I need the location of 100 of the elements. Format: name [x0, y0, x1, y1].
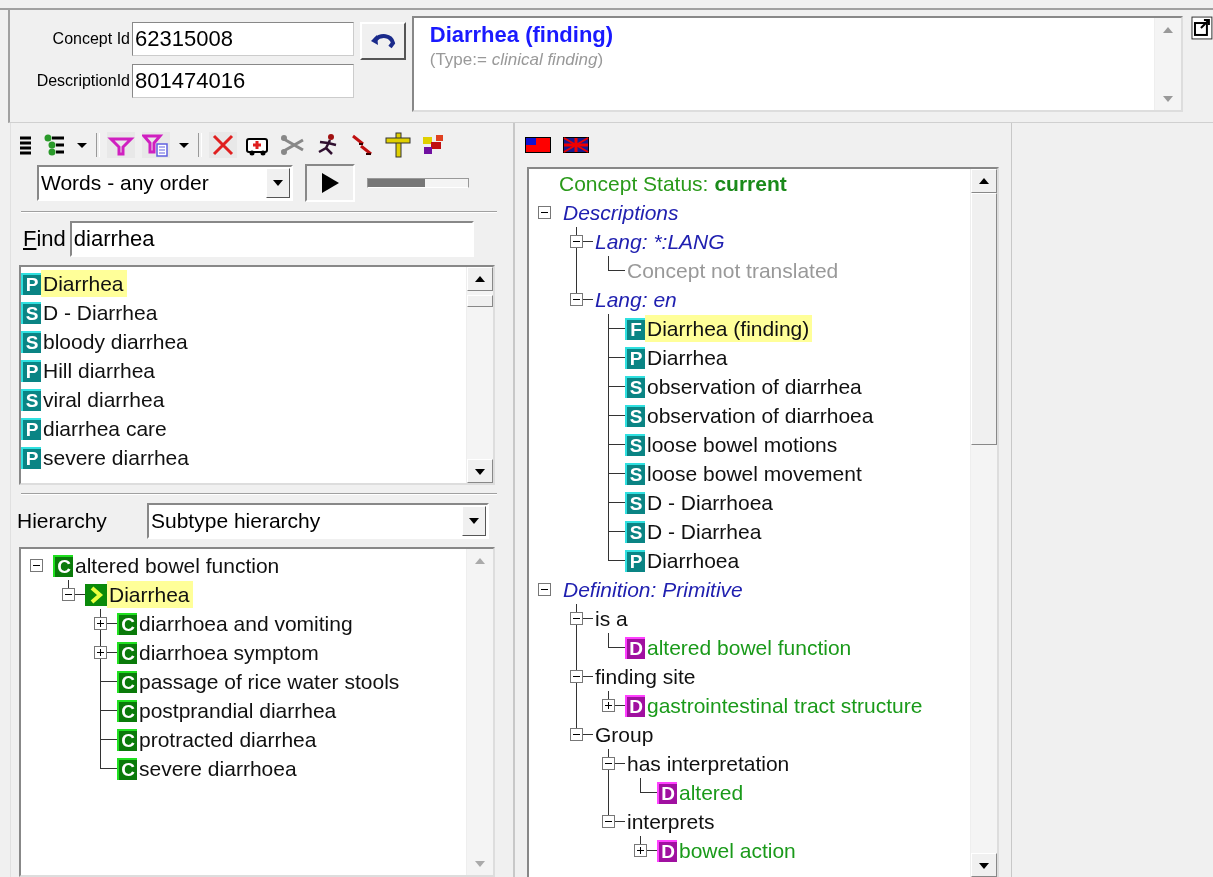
details-item[interactable]: Descriptions — [529, 198, 970, 227]
details-item[interactable]: has interpretation — [529, 749, 970, 778]
scrollbar[interactable] — [466, 267, 493, 483]
expand-icon[interactable] — [602, 699, 615, 712]
details-item[interactable]: S D - Diarrhea — [529, 517, 970, 546]
type-badge: S — [625, 433, 645, 456]
expand-icon[interactable] — [94, 617, 107, 630]
search-result-item[interactable]: P Hill diarrhea — [21, 356, 466, 385]
undo-button[interactable] — [360, 22, 406, 60]
description-type-badge: P — [21, 272, 41, 295]
search-result-item[interactable]: S viral diarrhea — [21, 385, 466, 414]
collapse-icon[interactable] — [570, 293, 583, 306]
details-item[interactable]: Lang: *:LANG — [529, 227, 970, 256]
search-result-text: D - Diarrhea — [42, 300, 159, 326]
play-icon — [320, 172, 340, 194]
find-label: Find — [23, 226, 66, 252]
scrollbar[interactable] — [1154, 18, 1182, 110]
expand-icon[interactable] — [94, 646, 107, 659]
details-item[interactable]: F Diarrhea (finding) — [529, 314, 970, 343]
hierarchy-item[interactable]: C passage of rice water stools — [21, 667, 466, 696]
scrollbar[interactable] — [466, 549, 493, 875]
details-item[interactable]: S loose bowel movement — [529, 459, 970, 488]
details-item[interactable]: Lang: en — [529, 285, 970, 314]
search-result-item[interactable]: P severe diarrhea — [21, 443, 466, 472]
hierarchy-text: protracted diarrhea — [138, 727, 318, 753]
flag-icon[interactable] — [525, 137, 551, 153]
details-item[interactable]: S loose bowel motions — [529, 430, 970, 459]
details-item[interactable]: P Diarrhoea — [529, 546, 970, 575]
hierarchy-text: diarrhoea symptom — [138, 640, 320, 666]
search-result-item[interactable]: P diarrhea care — [21, 414, 466, 443]
description-id-field[interactable]: 801474016 — [132, 64, 354, 98]
hierarchy-item[interactable]: C postprandial diarrhea — [21, 696, 466, 725]
search-slider[interactable] — [367, 178, 469, 188]
description-type-badge: S — [21, 388, 41, 411]
concept-badge: C — [117, 757, 137, 780]
scrollbar[interactable] — [970, 169, 997, 877]
details-text: Descriptions — [562, 200, 680, 226]
details-text: is a — [594, 606, 629, 632]
type-badge: D — [625, 694, 645, 717]
collapse-icon[interactable] — [538, 583, 551, 596]
hierarchy-item[interactable]: C diarrhoea symptom — [21, 638, 466, 667]
details-text: observation of diarrhoea — [646, 403, 875, 429]
type-badge: D — [625, 636, 645, 659]
details-item[interactable]: is a — [529, 604, 970, 633]
details-item[interactable]: interprets — [529, 807, 970, 836]
collapse-icon[interactable] — [30, 559, 43, 572]
search-result-text: Hill diarrhea — [42, 358, 157, 384]
collapse-icon[interactable] — [570, 670, 583, 683]
details-text: loose bowel movement — [646, 461, 863, 487]
play-button[interactable] — [305, 164, 355, 202]
popout-icon[interactable] — [1191, 16, 1213, 40]
concept-id-field[interactable]: 62315008 — [132, 22, 354, 56]
collapse-icon[interactable] — [570, 235, 583, 248]
details-item[interactable]: D altered — [529, 778, 970, 807]
details-item[interactable]: Group — [529, 720, 970, 749]
details-item[interactable]: P Diarrhea — [529, 343, 970, 372]
expand-icon[interactable] — [634, 844, 647, 857]
collapse-icon[interactable] — [538, 206, 551, 219]
hierarchy-item[interactable]: C severe diarrhoea — [21, 754, 466, 783]
collapse-icon[interactable] — [602, 815, 615, 828]
details-item[interactable]: D altered bowel function — [529, 633, 970, 662]
collapse-icon[interactable] — [602, 757, 615, 770]
details-item[interactable]: Definition: Primitive — [529, 575, 970, 604]
hierarchy-item[interactable]: C protracted diarrhea — [21, 725, 466, 754]
find-field[interactable]: diarrhea — [69, 221, 474, 257]
hierarchy-dropdown[interactable]: Subtype hierarchy — [147, 503, 489, 539]
search-result-text: Diarrhea — [41, 270, 127, 297]
filter-icon[interactable] — [107, 132, 135, 158]
type-badge: D — [657, 781, 677, 804]
hierarchy-item[interactable]: C altered bowel function — [21, 551, 466, 580]
search-result-item[interactable]: P Diarrhea — [21, 269, 466, 298]
description-id-label: DescriptionId — [35, 72, 131, 90]
details-item[interactable]: S observation of diarrhea — [529, 372, 970, 401]
details-item[interactable]: finding site — [529, 662, 970, 691]
details-text: Definition: Primitive — [562, 577, 744, 603]
concept-title: Diarrhea (finding) — [429, 22, 615, 48]
collapse-icon[interactable] — [570, 612, 583, 625]
arrow-right-icon — [85, 583, 107, 606]
ruler-cross-icon[interactable] — [384, 132, 412, 158]
flag-icon[interactable] — [563, 137, 589, 153]
details-text: Lang: en — [594, 287, 678, 313]
details-text: Diarrhea — [646, 345, 729, 371]
collapse-icon[interactable] — [570, 728, 583, 741]
hierarchy-item[interactable]: Diarrhea — [21, 580, 466, 609]
concept-badge: C — [117, 670, 137, 693]
details-text: finding site — [594, 664, 697, 690]
details-item[interactable]: S D - Diarrhoea — [529, 488, 970, 517]
search-result-item[interactable]: S bloody diarrhea — [21, 327, 466, 356]
details-text: has interpretation — [626, 751, 791, 777]
search-result-item[interactable]: S D - Diarrhea — [21, 298, 466, 327]
search-mode-dropdown[interactable]: Words - any order — [37, 165, 293, 201]
collapse-icon[interactable] — [62, 588, 75, 601]
details-item[interactable]: D bowel action — [529, 836, 970, 865]
filter-list-icon[interactable] — [142, 132, 170, 158]
details-item[interactable]: D gastrointestinal tract structure — [529, 691, 970, 720]
details-item[interactable]: S observation of diarrhoea — [529, 401, 970, 430]
hierarchy-item[interactable]: C diarrhoea and vomiting — [21, 609, 466, 638]
delete-icon[interactable] — [209, 132, 237, 158]
type-badge: S — [625, 404, 645, 427]
type-badge: S — [625, 491, 645, 514]
